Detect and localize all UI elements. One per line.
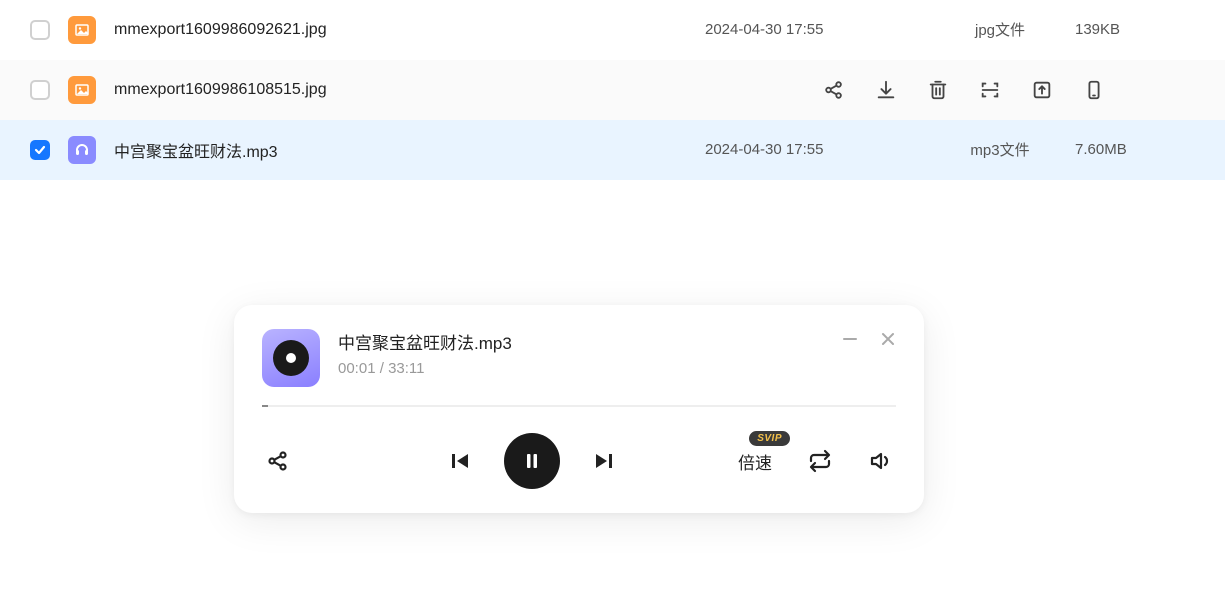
image-file-icon (68, 76, 96, 104)
close-button[interactable] (880, 331, 896, 347)
pause-button[interactable] (504, 433, 560, 489)
player-track-title: 中宫聚宝盆旺财法.mp3 (338, 329, 824, 354)
delete-icon[interactable] (927, 79, 949, 101)
playback-speed-button[interactable]: 倍速 (738, 454, 772, 473)
file-date: 2024-04-30 17:55 (705, 141, 925, 158)
loop-button[interactable] (808, 449, 832, 473)
audio-player-panel: 中宫聚宝盆旺财法.mp3 00:01 / 33:11 (234, 305, 924, 513)
mobile-icon[interactable] (1083, 79, 1105, 101)
svip-badge: SVIP (749, 431, 790, 446)
checkbox[interactable] (30, 140, 50, 160)
next-track-button[interactable] (592, 449, 616, 473)
share-icon[interactable] (823, 79, 845, 101)
album-art (262, 329, 320, 387)
file-name: mmexport1609986108515.jpg (114, 81, 823, 99)
move-icon[interactable] (1031, 79, 1053, 101)
file-row[interactable]: 中宫聚宝盆旺财法.mp32024-04-30 17:55mp3文件7.60MB (0, 120, 1225, 180)
player-time: 00:01 / 33:11 (338, 360, 824, 377)
volume-button[interactable] (868, 449, 892, 473)
file-name: 中宫聚宝盆旺财法.mp3 (114, 138, 705, 162)
audio-file-icon (68, 136, 96, 164)
file-size: 139KB (1075, 21, 1195, 38)
image-file-icon (68, 16, 96, 44)
file-row[interactable]: mmexport1609986092621.jpg2024-04-30 17:5… (0, 0, 1225, 60)
file-name: mmexport1609986092621.jpg (114, 21, 705, 39)
progress-bar[interactable] (262, 405, 896, 407)
share-button[interactable] (266, 449, 290, 473)
scan-icon[interactable] (979, 79, 1001, 101)
file-row[interactable]: mmexport1609986108515.jpg (0, 60, 1225, 120)
download-icon[interactable] (875, 79, 897, 101)
file-date: 2024-04-30 17:55 (705, 21, 925, 38)
checkbox[interactable] (30, 20, 50, 40)
file-size: 7.60MB (1075, 141, 1195, 158)
checkbox[interactable] (30, 80, 50, 100)
previous-track-button[interactable] (448, 449, 472, 473)
file-type: mp3文件 (925, 139, 1075, 160)
file-type: jpg文件 (925, 19, 1075, 40)
minimize-button[interactable] (842, 331, 858, 347)
